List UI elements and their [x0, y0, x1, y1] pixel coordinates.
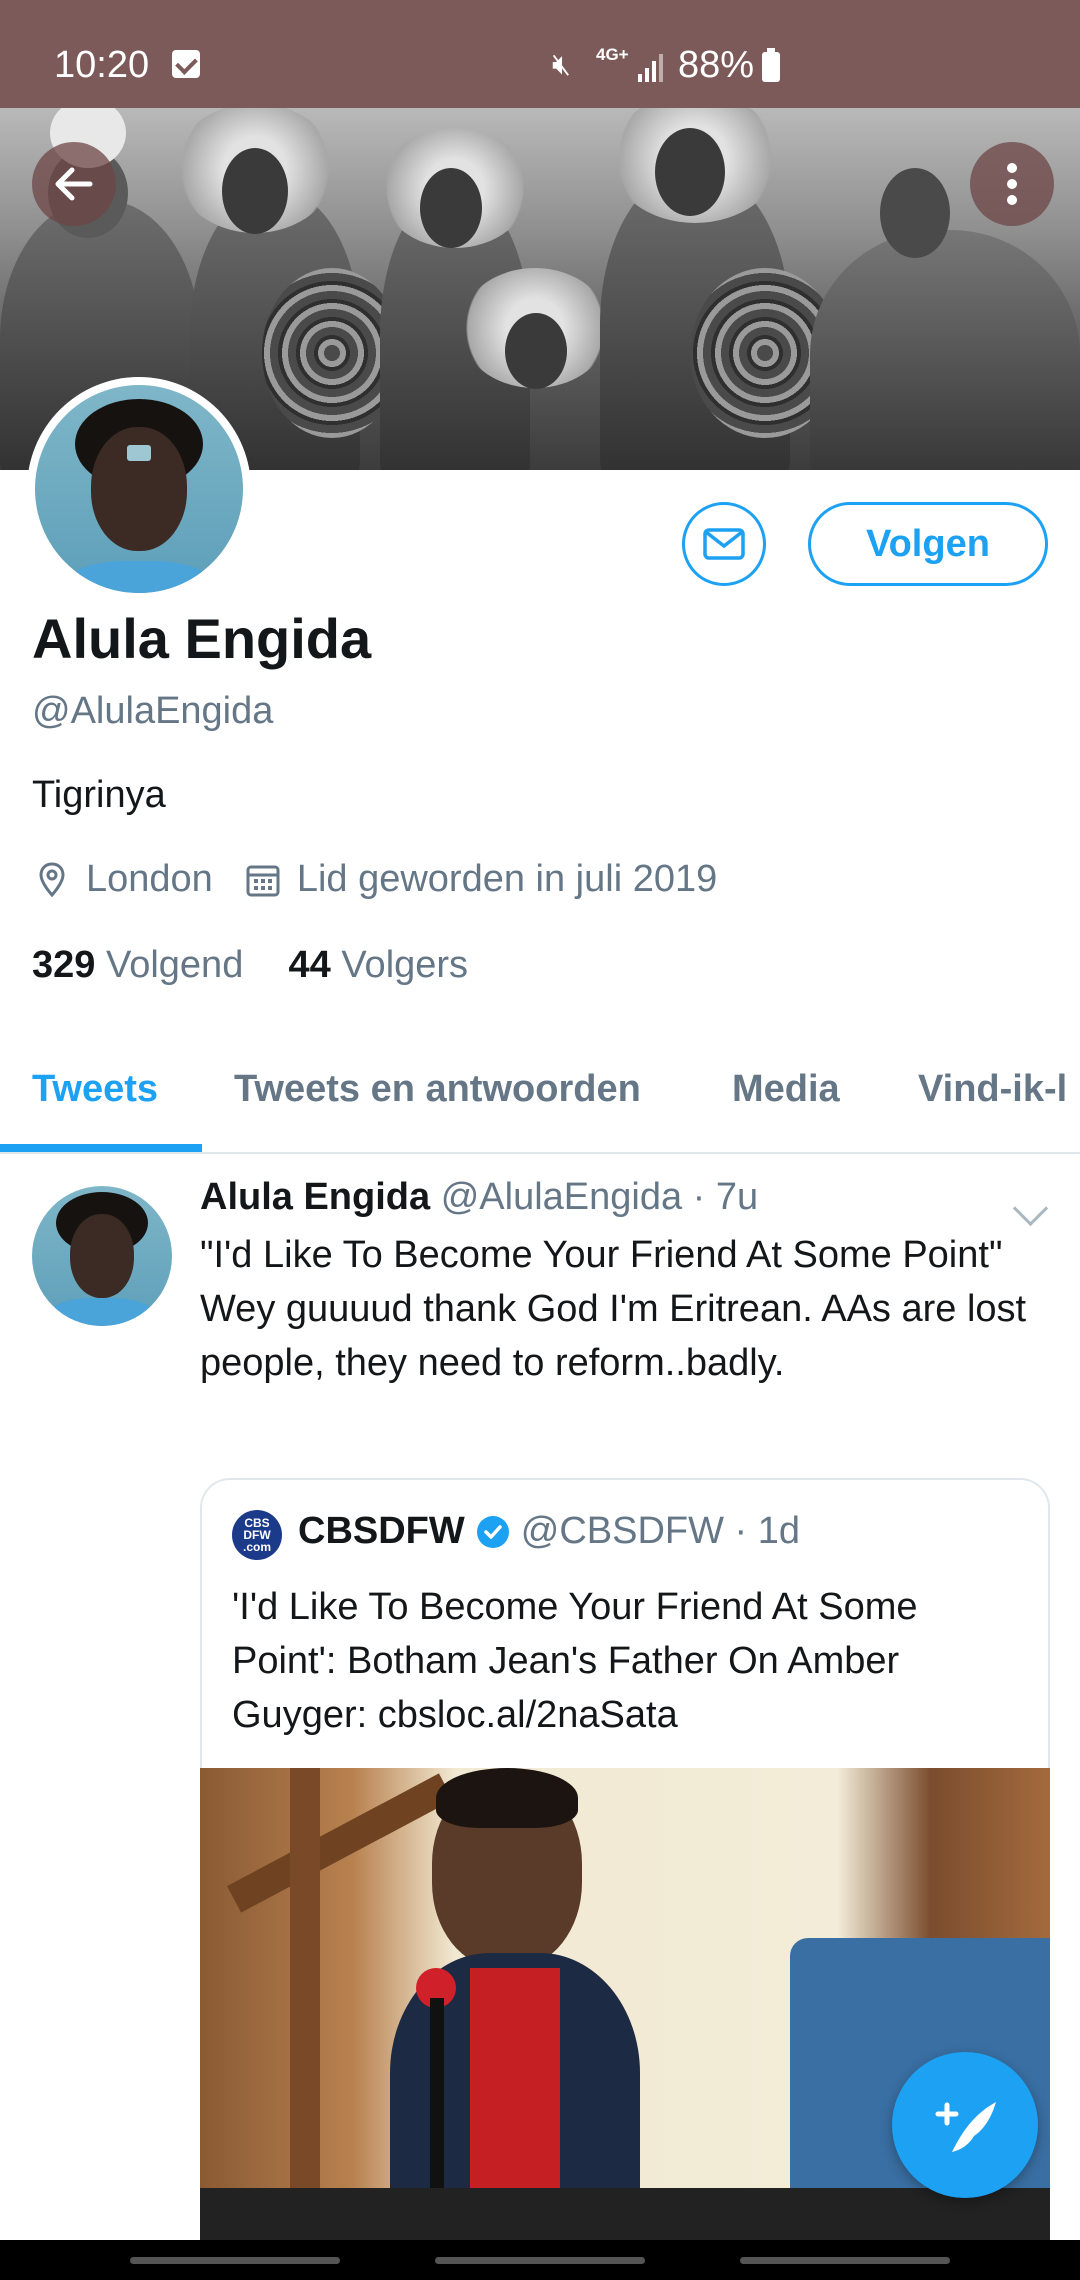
status-bar: [0, 0, 1080, 108]
signal-icon: [638, 54, 663, 82]
location-pin-icon: [39, 861, 65, 897]
tweet-header: Alula Engida @AlulaEngida · 7u: [200, 1176, 758, 1219]
following-label: Volgend: [105, 944, 244, 986]
notification-check-icon: [172, 50, 200, 78]
following-link[interactable]: 329 Volgend: [32, 944, 254, 986]
profile-avatar[interactable]: [27, 377, 251, 601]
compose-tweet-button[interactable]: [892, 2052, 1038, 2198]
arrow-left-icon: [55, 167, 93, 201]
tweet-handle-time: @AlulaEngida · 7u: [440, 1176, 759, 1218]
message-button[interactable]: [682, 502, 766, 586]
compose-feather-icon: [935, 2102, 996, 2152]
profile-handle: @AlulaEngida: [32, 690, 274, 732]
quoted-tweet-header: CBSDFW @CBSDFW · 1d: [298, 1510, 800, 1553]
quoted-author: CBSDFW: [298, 1510, 465, 1552]
active-tab-indicator: [0, 1144, 202, 1152]
chevron-down-icon[interactable]: [1012, 1190, 1049, 1227]
quoted-handle-time: @CBSDFW · 1d: [520, 1510, 801, 1552]
profile-stats: 329 Volgend 44 Volgers: [32, 944, 468, 987]
nav-recents-button[interactable]: [130, 2257, 340, 2264]
tab-tweets[interactable]: Tweets: [32, 1068, 158, 1111]
followers-label: Volgers: [341, 944, 469, 986]
quoted-tweet-text: 'I'd Like To Become Your Friend At Some …: [232, 1586, 918, 1736]
battery-icon: [762, 48, 780, 82]
mute-icon: 🔇︎: [552, 48, 571, 81]
profile-joined: Lid geworden in juli 2019: [296, 858, 718, 900]
battery-level: 88%: [678, 44, 755, 86]
followers-count: 44: [288, 944, 331, 986]
tab-likes[interactable]: Vind-ik-l: [918, 1068, 1067, 1111]
profile-meta: London Lid geworden in juli 2019: [32, 858, 717, 901]
nav-back-button[interactable]: [740, 2257, 950, 2264]
profile-location: London: [86, 858, 213, 900]
mail-icon: [703, 528, 745, 560]
profile-name: Alula Engida: [32, 607, 372, 670]
calendar-icon: [246, 865, 280, 896]
profile-tabs: Tweets Tweets en antwoorden Media Vind-i…: [0, 1030, 1080, 1154]
network-type: 4G+: [596, 45, 629, 64]
followers-link[interactable]: 44 Volgers: [288, 944, 468, 986]
back-button[interactable]: [32, 142, 116, 226]
more-options-button[interactable]: [970, 142, 1054, 226]
tweet-text: "I'd Like To Become Your Friend At Some …: [200, 1234, 1027, 1384]
profile-bio: Tigrinya: [32, 774, 166, 816]
tweet-author[interactable]: Alula Engida: [200, 1176, 430, 1218]
verified-badge-icon: [476, 1515, 509, 1548]
tweet-avatar[interactable]: [32, 1186, 172, 1326]
follow-button[interactable]: Volgen: [808, 502, 1048, 586]
status-time: 10:20: [54, 44, 150, 86]
tab-media[interactable]: Media: [732, 1068, 840, 1111]
more-vertical-icon: [1007, 163, 1017, 205]
tab-tweets-replies[interactable]: Tweets en antwoorden: [234, 1068, 641, 1111]
cbsdfw-avatar: CBS DFW .com: [232, 1510, 282, 1560]
nav-home-button[interactable]: [435, 2257, 645, 2264]
following-count: 329: [32, 944, 96, 986]
